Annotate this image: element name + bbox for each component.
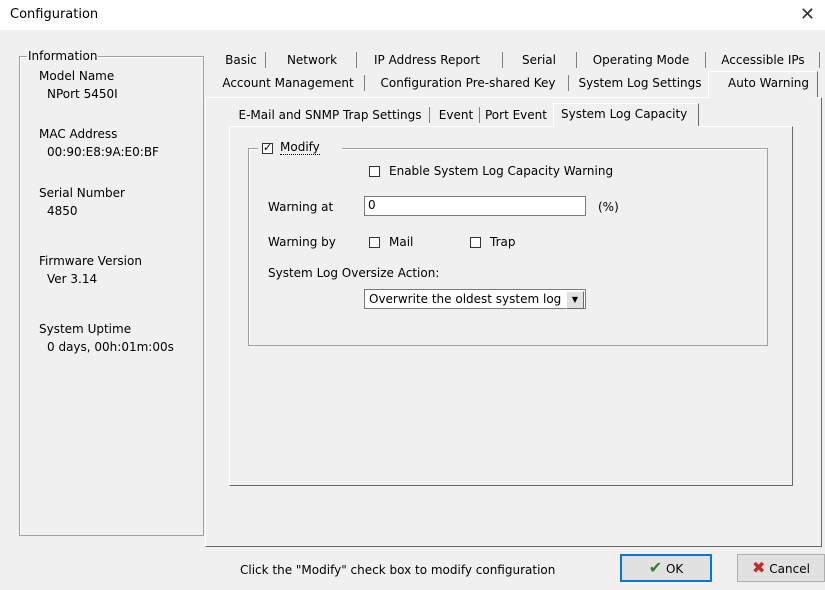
tab-operating-mode[interactable]: Operating Mode [585, 51, 697, 69]
check-icon: ✔ [648, 558, 663, 577]
trap-label[interactable]: Trap [490, 235, 515, 249]
firmware-version-value: Ver 3.14 [47, 272, 98, 286]
mail-label[interactable]: Mail [389, 235, 413, 249]
warning-at-label: Warning at [268, 200, 334, 214]
enable-warning-checkbox[interactable] [369, 166, 380, 177]
cancel-button-label: Cancel [769, 562, 810, 576]
oversize-action-value: Overwrite the oldest system log [369, 292, 562, 306]
tab-serial[interactable]: Serial [510, 51, 568, 69]
mac-address-value: 00:90:E8:9A:E0:BF [47, 145, 159, 159]
subtab-event[interactable]: Event [434, 106, 478, 124]
tab-ip-address-report[interactable]: IP Address Report [365, 51, 489, 69]
tab-auto-warning[interactable]: Auto Warning [708, 71, 818, 99]
main-tab-row-1: Basic Network IP Address Report Serial O… [213, 51, 825, 71]
oversize-action-select[interactable]: Overwrite the oldest system log ▼ [364, 289, 586, 309]
cancel-button[interactable]: ✖ Cancel [737, 554, 825, 582]
tab-account-management[interactable]: Account Management [217, 74, 359, 92]
modify-checkbox[interactable] [262, 141, 273, 154]
system-uptime-value: 0 days, 00h:01m:00s [47, 340, 174, 354]
tab-accessible-ips[interactable]: Accessible IPs [713, 51, 813, 69]
status-hint: Click the "Modify" check box to modify c… [240, 563, 556, 577]
tab-configuration-pre-shared-key[interactable]: Configuration Pre-shared Key [373, 74, 563, 92]
serial-number-value: 4850 [47, 204, 78, 218]
information-legend: Information [27, 49, 99, 63]
x-icon: ✖ [752, 558, 766, 577]
ok-button[interactable]: ✔ OK [620, 554, 712, 582]
subtab-email-snmp-trap[interactable]: E-Mail and SNMP Trap Settings [234, 106, 426, 124]
tab-system-log-settings[interactable]: System Log Settings [575, 74, 705, 92]
chevron-down-icon[interactable]: ▼ [566, 291, 584, 309]
close-icon[interactable]: ✕ [800, 4, 815, 25]
warning-by-label: Warning by [268, 235, 336, 249]
mail-checkbox[interactable] [369, 237, 380, 248]
modify-label[interactable]: Modify [280, 140, 320, 155]
window-title: Configuration [10, 7, 99, 22]
tab-auto-warning-label: Auto Warning [728, 76, 810, 90]
percent-label: (%) [598, 200, 619, 214]
model-name-value: NPort 5450I [47, 87, 118, 101]
tab-basic[interactable]: Basic [221, 51, 261, 69]
warning-at-input[interactable]: 0 [364, 196, 586, 216]
enable-warning-label[interactable]: Enable System Log Capacity Warning [389, 164, 613, 178]
trap-checkbox[interactable] [470, 237, 481, 248]
subtab-port-event[interactable]: Port Event [483, 106, 549, 124]
serial-number-label: Serial Number [39, 186, 125, 200]
oversize-action-label: System Log Oversize Action: [268, 266, 440, 280]
system-uptime-label: System Uptime [39, 322, 132, 336]
ok-button-label: OK [665, 562, 684, 576]
model-name-label: Model Name [39, 69, 115, 83]
title-bar [0, 0, 825, 30]
firmware-version-label: Firmware Version [39, 254, 142, 268]
mac-address-label: MAC Address [39, 127, 118, 141]
tab-network[interactable]: Network [275, 51, 349, 69]
subtab-system-log-capacity-label: System Log Capacity [561, 107, 688, 121]
